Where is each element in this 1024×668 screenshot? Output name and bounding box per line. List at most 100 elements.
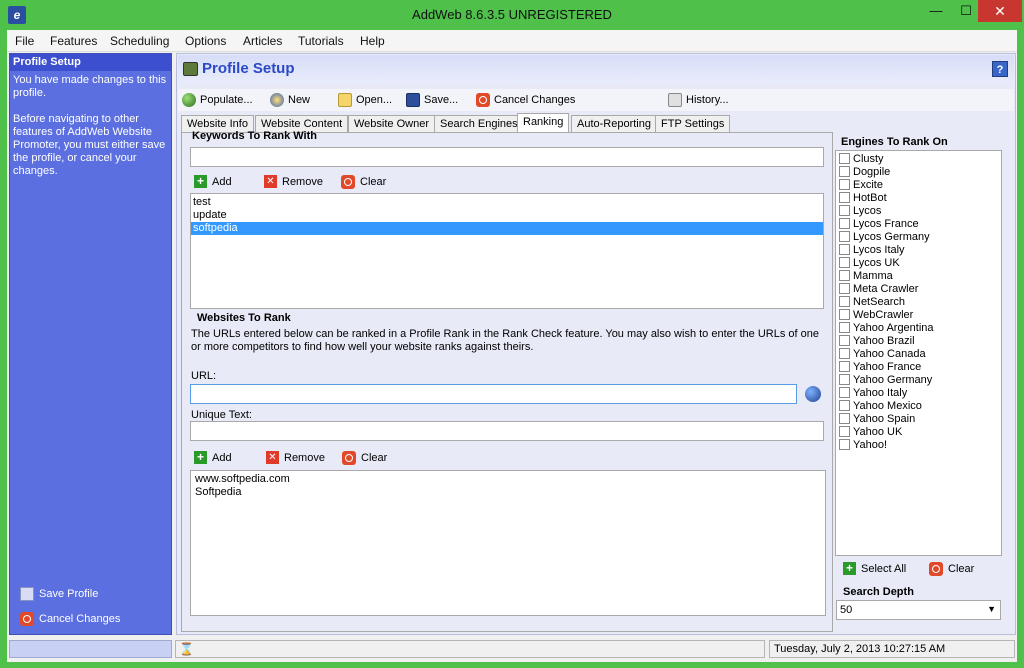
remove-website-button[interactable]: ✕ Remove (266, 451, 325, 464)
menu-scheduling[interactable]: Scheduling (110, 34, 169, 48)
list-item[interactable]: Softpedia (193, 486, 823, 499)
engine-item[interactable]: Yahoo Mexico (836, 399, 1001, 412)
engine-checkbox[interactable] (839, 179, 850, 190)
engine-item[interactable]: Yahoo! (836, 438, 1001, 451)
menu-file[interactable]: File (15, 34, 34, 48)
engine-checkbox[interactable] (839, 231, 850, 242)
engine-label: Yahoo France (853, 360, 922, 373)
save-icon (20, 587, 34, 601)
engine-item[interactable]: HotBot (836, 191, 1001, 204)
engine-item[interactable]: Clusty (836, 152, 1001, 165)
list-item[interactable]: test (191, 196, 823, 209)
engine-checkbox[interactable] (839, 257, 850, 268)
open-button[interactable]: Open... (338, 93, 392, 107)
menu-options[interactable]: Options (185, 34, 226, 48)
engine-checkbox[interactable] (839, 374, 850, 385)
engine-item[interactable]: Lycos France (836, 217, 1001, 230)
engine-checkbox[interactable] (839, 348, 850, 359)
select-all-engines-button[interactable]: + Select All (843, 562, 906, 575)
engine-checkbox[interactable] (839, 335, 850, 346)
keyword-input[interactable] (190, 147, 824, 167)
help-icon[interactable]: ? (992, 61, 1008, 77)
engine-checkbox[interactable] (839, 244, 850, 255)
engine-item[interactable]: Yahoo Italy (836, 386, 1001, 399)
populate-button[interactable]: Populate... (182, 93, 253, 107)
cancel-changes-toolbar-button[interactable]: Cancel Changes (476, 93, 575, 107)
engine-item[interactable]: Yahoo UK (836, 425, 1001, 438)
tab-auto-reporting[interactable]: Auto-Reporting (571, 115, 657, 132)
menu-bar: File Features Scheduling Options Article… (7, 30, 1017, 52)
engine-label: NetSearch (853, 295, 905, 308)
engine-item[interactable]: Lycos Italy (836, 243, 1001, 256)
globe-icon[interactable] (805, 386, 821, 402)
engine-checkbox[interactable] (839, 192, 850, 203)
engine-checklist[interactable]: Clusty Dogpile Excite HotBot Lycos Lycos Fran… (835, 150, 1002, 556)
clear-websites-button[interactable]: Clear (342, 451, 387, 465)
engine-item[interactable]: Dogpile (836, 165, 1001, 178)
save-profile-button[interactable]: Save Profile (20, 587, 98, 601)
websites-title: Websites To Rank (197, 312, 291, 324)
save-button[interactable]: Save... (406, 93, 458, 107)
engine-checkbox[interactable] (839, 322, 850, 333)
engine-item[interactable]: Lycos UK (836, 256, 1001, 269)
tab-website-owner[interactable]: Website Owner (348, 115, 435, 132)
engine-item[interactable]: WebCrawler (836, 308, 1001, 321)
minimize-button[interactable]: — (920, 0, 952, 22)
tab-ftp-settings[interactable]: FTP Settings (655, 115, 731, 132)
engine-item[interactable]: Mamma (836, 269, 1001, 282)
engine-item[interactable]: Yahoo Argentina (836, 321, 1001, 334)
engine-item[interactable]: Lycos (836, 204, 1001, 217)
engine-checkbox[interactable] (839, 309, 850, 320)
menu-articles[interactable]: Articles (243, 34, 282, 48)
engine-item[interactable]: Yahoo Spain (836, 412, 1001, 425)
new-button[interactable]: New (270, 93, 310, 107)
url-input[interactable] (190, 384, 797, 404)
clear-keywords-button[interactable]: Clear (341, 175, 386, 189)
engine-checkbox[interactable] (839, 270, 850, 281)
engine-item[interactable]: Lycos Germany (836, 230, 1001, 243)
engine-checkbox[interactable] (839, 218, 850, 229)
engine-label: Yahoo Mexico (853, 399, 922, 412)
menu-features[interactable]: Features (50, 34, 97, 48)
left-panel-message: You have made changes to this profile. B… (10, 71, 171, 194)
engine-item[interactable]: Yahoo Brazil (836, 334, 1001, 347)
engine-checkbox[interactable] (839, 387, 850, 398)
add-website-button[interactable]: + Add (194, 451, 232, 464)
engine-item[interactable]: Excite (836, 178, 1001, 191)
title-bar[interactable]: e AddWeb 8.6.3.5 UNREGISTERED — ☐ ✕ (0, 0, 1024, 30)
engine-checkbox[interactable] (839, 361, 850, 372)
search-depth-select[interactable]: 50 ▼ (836, 600, 1001, 620)
list-item[interactable]: softpedia (191, 222, 823, 235)
list-item[interactable]: update (191, 209, 823, 222)
engine-item[interactable]: Meta Crawler (836, 282, 1001, 295)
unique-text-input[interactable] (190, 421, 824, 441)
engine-checkbox[interactable] (839, 426, 850, 437)
engine-checkbox[interactable] (839, 400, 850, 411)
engine-checkbox[interactable] (839, 153, 850, 164)
engine-item[interactable]: Yahoo France (836, 360, 1001, 373)
menu-help[interactable]: Help (360, 34, 385, 48)
keyword-list[interactable]: test update softpedia (190, 193, 824, 309)
clear-engines-button[interactable]: Clear (929, 562, 974, 576)
engine-item[interactable]: Yahoo Germany (836, 373, 1001, 386)
website-list[interactable]: www.softpedia.com Softpedia (190, 470, 826, 616)
engine-checkbox[interactable] (839, 439, 850, 450)
tab-ranking[interactable]: Ranking (517, 113, 570, 132)
menu-tutorials[interactable]: Tutorials (298, 34, 344, 48)
list-item[interactable]: www.softpedia.com (193, 473, 823, 486)
clear-engines-label: Clear (948, 563, 975, 575)
history-button[interactable]: History... (668, 93, 729, 107)
tab-search-engines[interactable]: Search Engines (434, 115, 524, 132)
engine-checkbox[interactable] (839, 283, 850, 294)
close-button[interactable]: ✕ (978, 0, 1022, 22)
remove-keyword-button[interactable]: ✕ Remove (264, 175, 323, 188)
engine-item[interactable]: NetSearch (836, 295, 1001, 308)
engine-item[interactable]: Yahoo Canada (836, 347, 1001, 360)
cancel-changes-button[interactable]: Cancel Changes (20, 612, 120, 626)
cancel-icon (20, 612, 34, 626)
engine-checkbox[interactable] (839, 166, 850, 177)
engine-checkbox[interactable] (839, 205, 850, 216)
add-keyword-button[interactable]: + Add (194, 175, 232, 188)
engine-checkbox[interactable] (839, 296, 850, 307)
engine-checkbox[interactable] (839, 413, 850, 424)
